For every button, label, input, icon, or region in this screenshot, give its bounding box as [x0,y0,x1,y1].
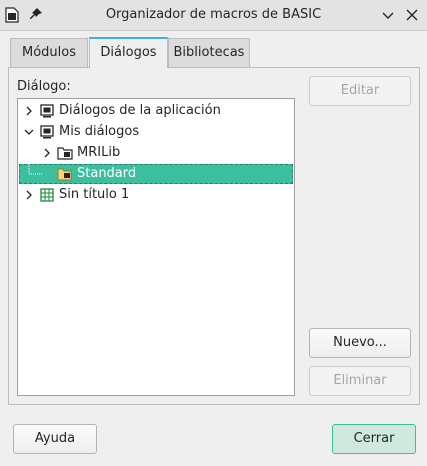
chevron-right-icon[interactable] [41,146,53,160]
close-icon[interactable] [404,7,420,23]
tab-bibliotecas[interactable]: Bibliotecas [168,38,250,68]
tree-item-label: Sin título 1 [59,187,130,202]
edit-button[interactable]: Editar [309,76,411,106]
tree-item-untitled[interactable]: Sin título 1 [19,185,293,205]
tree-item-standard[interactable]: Standard [19,164,293,184]
chevron-down-icon[interactable] [23,125,35,139]
tree-item-my-dialogs[interactable]: Mis diálogos [19,122,293,142]
tree-item-label: Mis diálogos [59,124,140,139]
library-folder-icon [57,147,73,160]
chevron-right-icon[interactable] [23,188,35,202]
tree-item-mrilib[interactable]: MRILib [19,143,293,163]
my-library-icon [40,125,54,139]
tree-item-app-dialogs[interactable]: Diálogos de la aplicación [19,101,293,121]
title-bar: Organizador de macros de BASIC [0,0,427,31]
chevron-right-icon[interactable] [23,104,35,118]
dialog-tree[interactable]: Diálogos de la aplicación Mis diálogos M… [17,98,295,396]
chevron-down-icon[interactable] [380,7,396,23]
tab-dialogos[interactable]: Diálogos [89,37,168,68]
tab-modulos[interactable]: Módulos [10,38,88,68]
tree-item-label: Standard [77,166,137,181]
new-button[interactable]: Nuevo... [309,328,411,358]
dialog-list-label: Diálogo: [17,79,71,94]
tree-item-label: MRILib [77,145,121,160]
delete-button[interactable]: Eliminar [309,366,411,396]
open-folder-icon [57,168,72,181]
window-title: Organizador de macros de BASIC [105,7,322,22]
tree-connector-line [28,164,43,175]
close-button[interactable]: Cerrar [332,424,416,454]
help-button[interactable]: Ayuda [13,424,97,454]
spreadsheet-document-icon [40,188,54,202]
application-library-icon [40,104,54,118]
tree-item-label: Diálogos de la aplicación [59,103,221,118]
